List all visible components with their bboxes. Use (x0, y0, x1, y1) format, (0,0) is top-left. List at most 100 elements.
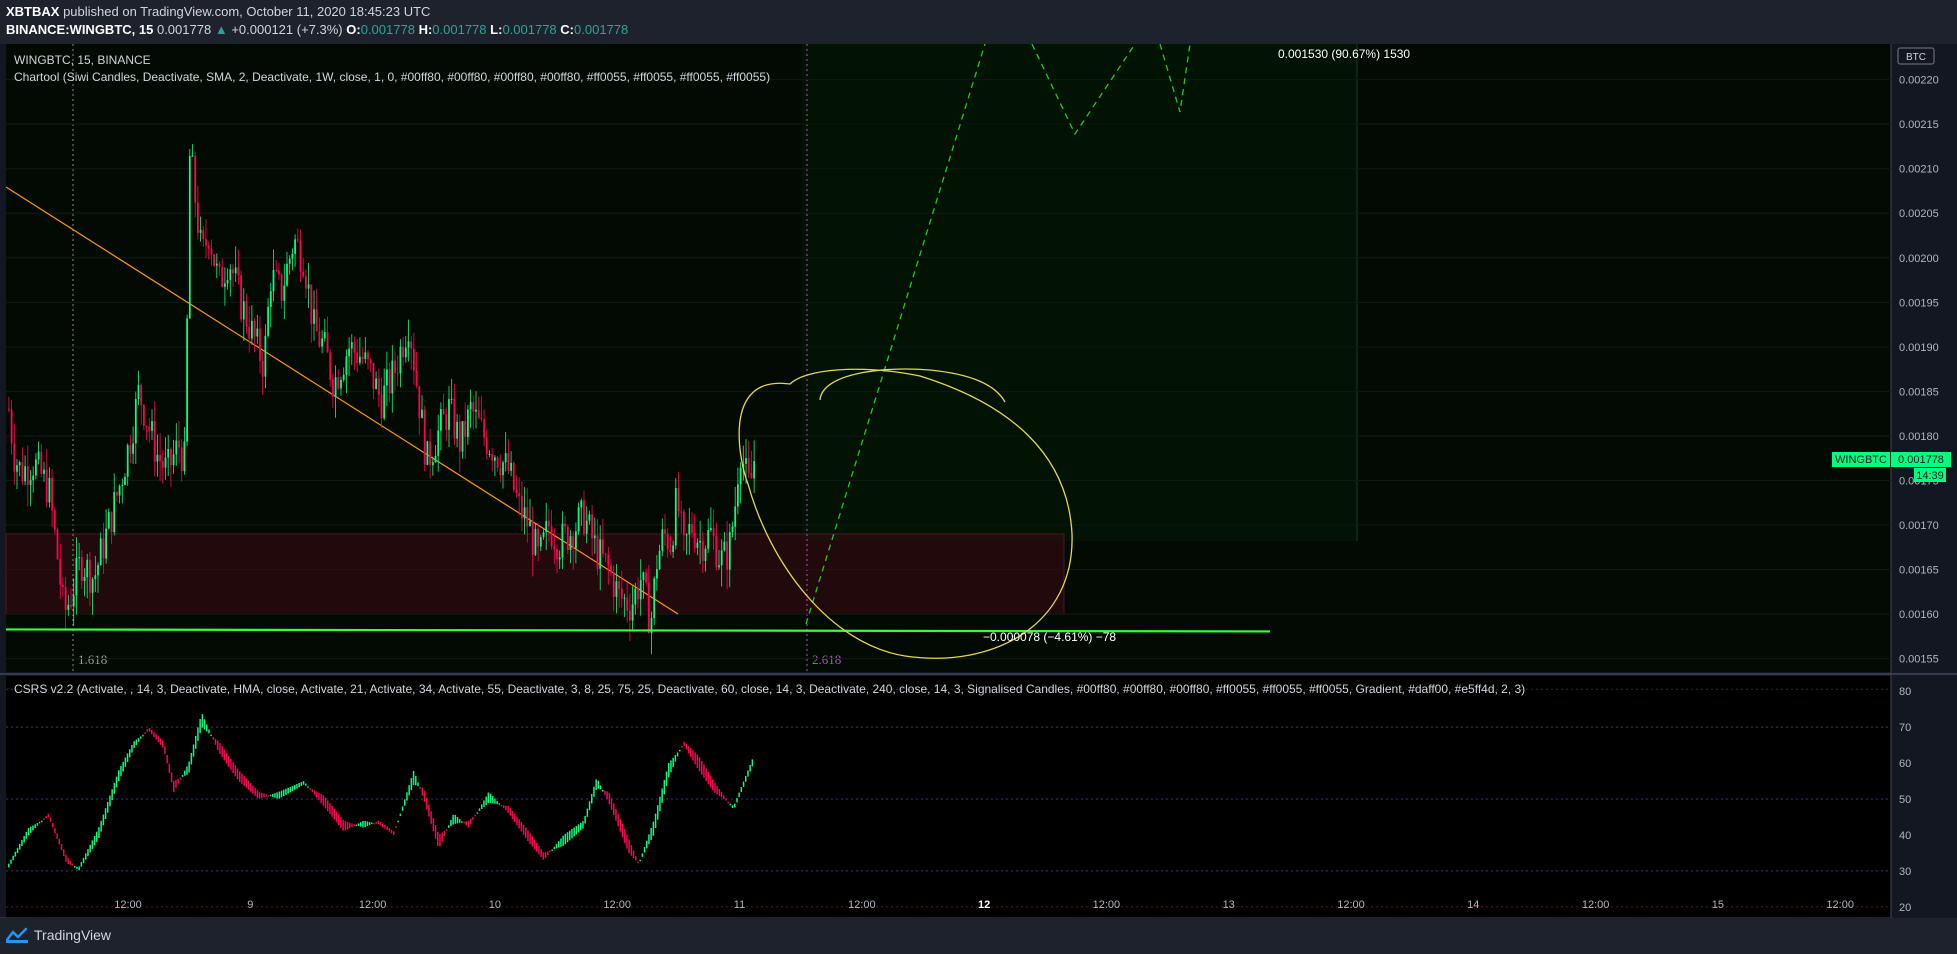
oscillator-bar (595, 779, 597, 791)
oscillator-bar (217, 740, 219, 750)
candle-body (658, 550, 661, 570)
oscillator-bar (676, 752, 679, 757)
oscillator-bar (261, 792, 263, 798)
candle-body (653, 578, 656, 618)
candle-body (75, 557, 78, 596)
oscillator-bar (272, 793, 274, 797)
oscillator-tick-label: 60 (1899, 758, 1911, 770)
oscillator-bar (331, 805, 333, 817)
oscillator-bar (492, 796, 494, 804)
oscillator-bar (335, 811, 338, 823)
candle-body (518, 493, 521, 497)
oscillator-bar (104, 808, 107, 819)
time-tick-label: 12:00 (114, 899, 142, 911)
time-tick-label: 14 (1467, 899, 1479, 911)
candle-body (545, 520, 548, 533)
candle-body (418, 386, 421, 419)
time-tick-label: 10 (489, 899, 501, 911)
oscillator-bar (78, 866, 80, 871)
oscillator-bar (113, 782, 116, 794)
oscillator-bar (36, 823, 39, 826)
projection-box[interactable] (802, 44, 1357, 541)
oscillator-bar (432, 818, 435, 832)
time-tick-label: 12:00 (1826, 899, 1854, 911)
oscillator-bar (201, 714, 204, 728)
oscillator-bar (641, 853, 644, 857)
chartool-legend[interactable]: Chartool (Siwi Candles, Deactivate, SMA,… (14, 70, 770, 84)
candle-body (526, 507, 529, 527)
author-name[interactable]: XBTBAX (6, 4, 59, 19)
oscillator-bar (122, 761, 124, 772)
candle-body (591, 514, 593, 539)
candle-body (342, 374, 345, 380)
candle-body (70, 604, 72, 607)
oscillator-bar (487, 792, 490, 803)
candle-body (583, 500, 585, 534)
candle-body (620, 588, 623, 599)
csrs-legend[interactable]: CSRS v2.2 (Activate, , 14, 3, Deactivate… (14, 682, 1525, 696)
oscillator-bar (63, 849, 65, 856)
candle-body (380, 394, 383, 419)
oscillator-bar (421, 787, 424, 795)
candle-body (629, 610, 631, 621)
oscillator-bar (21, 839, 23, 846)
candle-body (572, 536, 575, 549)
chart-canvas[interactable]: 1.618 2.618 0.00220 0.00215 0.00210 0.00205… (0, 44, 1957, 918)
oscillator-bar (408, 785, 410, 796)
oscillator-bar (368, 821, 371, 825)
oscillator-bar (423, 790, 426, 802)
candle-body (307, 284, 310, 289)
candle-body (326, 332, 329, 353)
oscillator-bar (76, 866, 78, 869)
oscillator-bar (54, 828, 56, 834)
oscillator-bar (243, 776, 245, 786)
oscillator-bar (670, 760, 672, 773)
candle-body (118, 485, 121, 496)
oscillator-bar (426, 797, 428, 810)
oscillator-bar (617, 813, 619, 827)
oscillator-bar (703, 764, 705, 778)
oscillator-bar (507, 806, 509, 813)
candle-body (610, 565, 612, 573)
candle-body (361, 356, 364, 359)
oscillator-bar (740, 787, 743, 793)
candle-body (593, 535, 596, 539)
oscillator-bar (511, 810, 514, 819)
oscillator-bar (360, 822, 362, 827)
oscillator-bar (525, 827, 527, 838)
candle-body (21, 462, 24, 482)
candle-body (35, 459, 37, 476)
time-tick-label: 12:00 (848, 899, 876, 911)
candle-body (24, 466, 26, 482)
candle-body (318, 331, 321, 347)
candle-body (8, 409, 10, 411)
time-tick-label: 15 (1712, 899, 1724, 911)
symbol-name: BINANCE:WINGBTC, 15 (6, 22, 154, 37)
candle-body (618, 581, 620, 589)
tradingview-brand[interactable]: TradingView (6, 927, 111, 943)
candle-body (56, 529, 59, 560)
oscillator-bar (74, 866, 76, 868)
candle-body (159, 454, 161, 462)
main-legend[interactable]: WINGBTC, 15, BINANCE Chartool (Siwi Cand… (14, 53, 770, 84)
candle-body (291, 253, 294, 259)
candle-body (661, 529, 664, 551)
candle-body (448, 399, 450, 430)
candle-body (245, 301, 248, 327)
oscillator-bar (412, 770, 415, 786)
oscillator-bar (454, 814, 457, 824)
candle-body (183, 441, 186, 472)
candle-body (691, 523, 693, 533)
candle-body (234, 267, 237, 274)
oscillator-bar (430, 811, 432, 824)
indicator-pane[interactable] (6, 676, 1891, 918)
candle-body (453, 398, 456, 439)
candle-body (134, 399, 137, 444)
candle-body (710, 528, 712, 531)
oscillator-bar (162, 740, 164, 748)
candle-body (116, 492, 118, 496)
candle-body (213, 254, 215, 266)
candle-body (458, 421, 461, 452)
price-tick-label: 0.00160 (1899, 609, 1939, 621)
candle-body (337, 377, 340, 389)
